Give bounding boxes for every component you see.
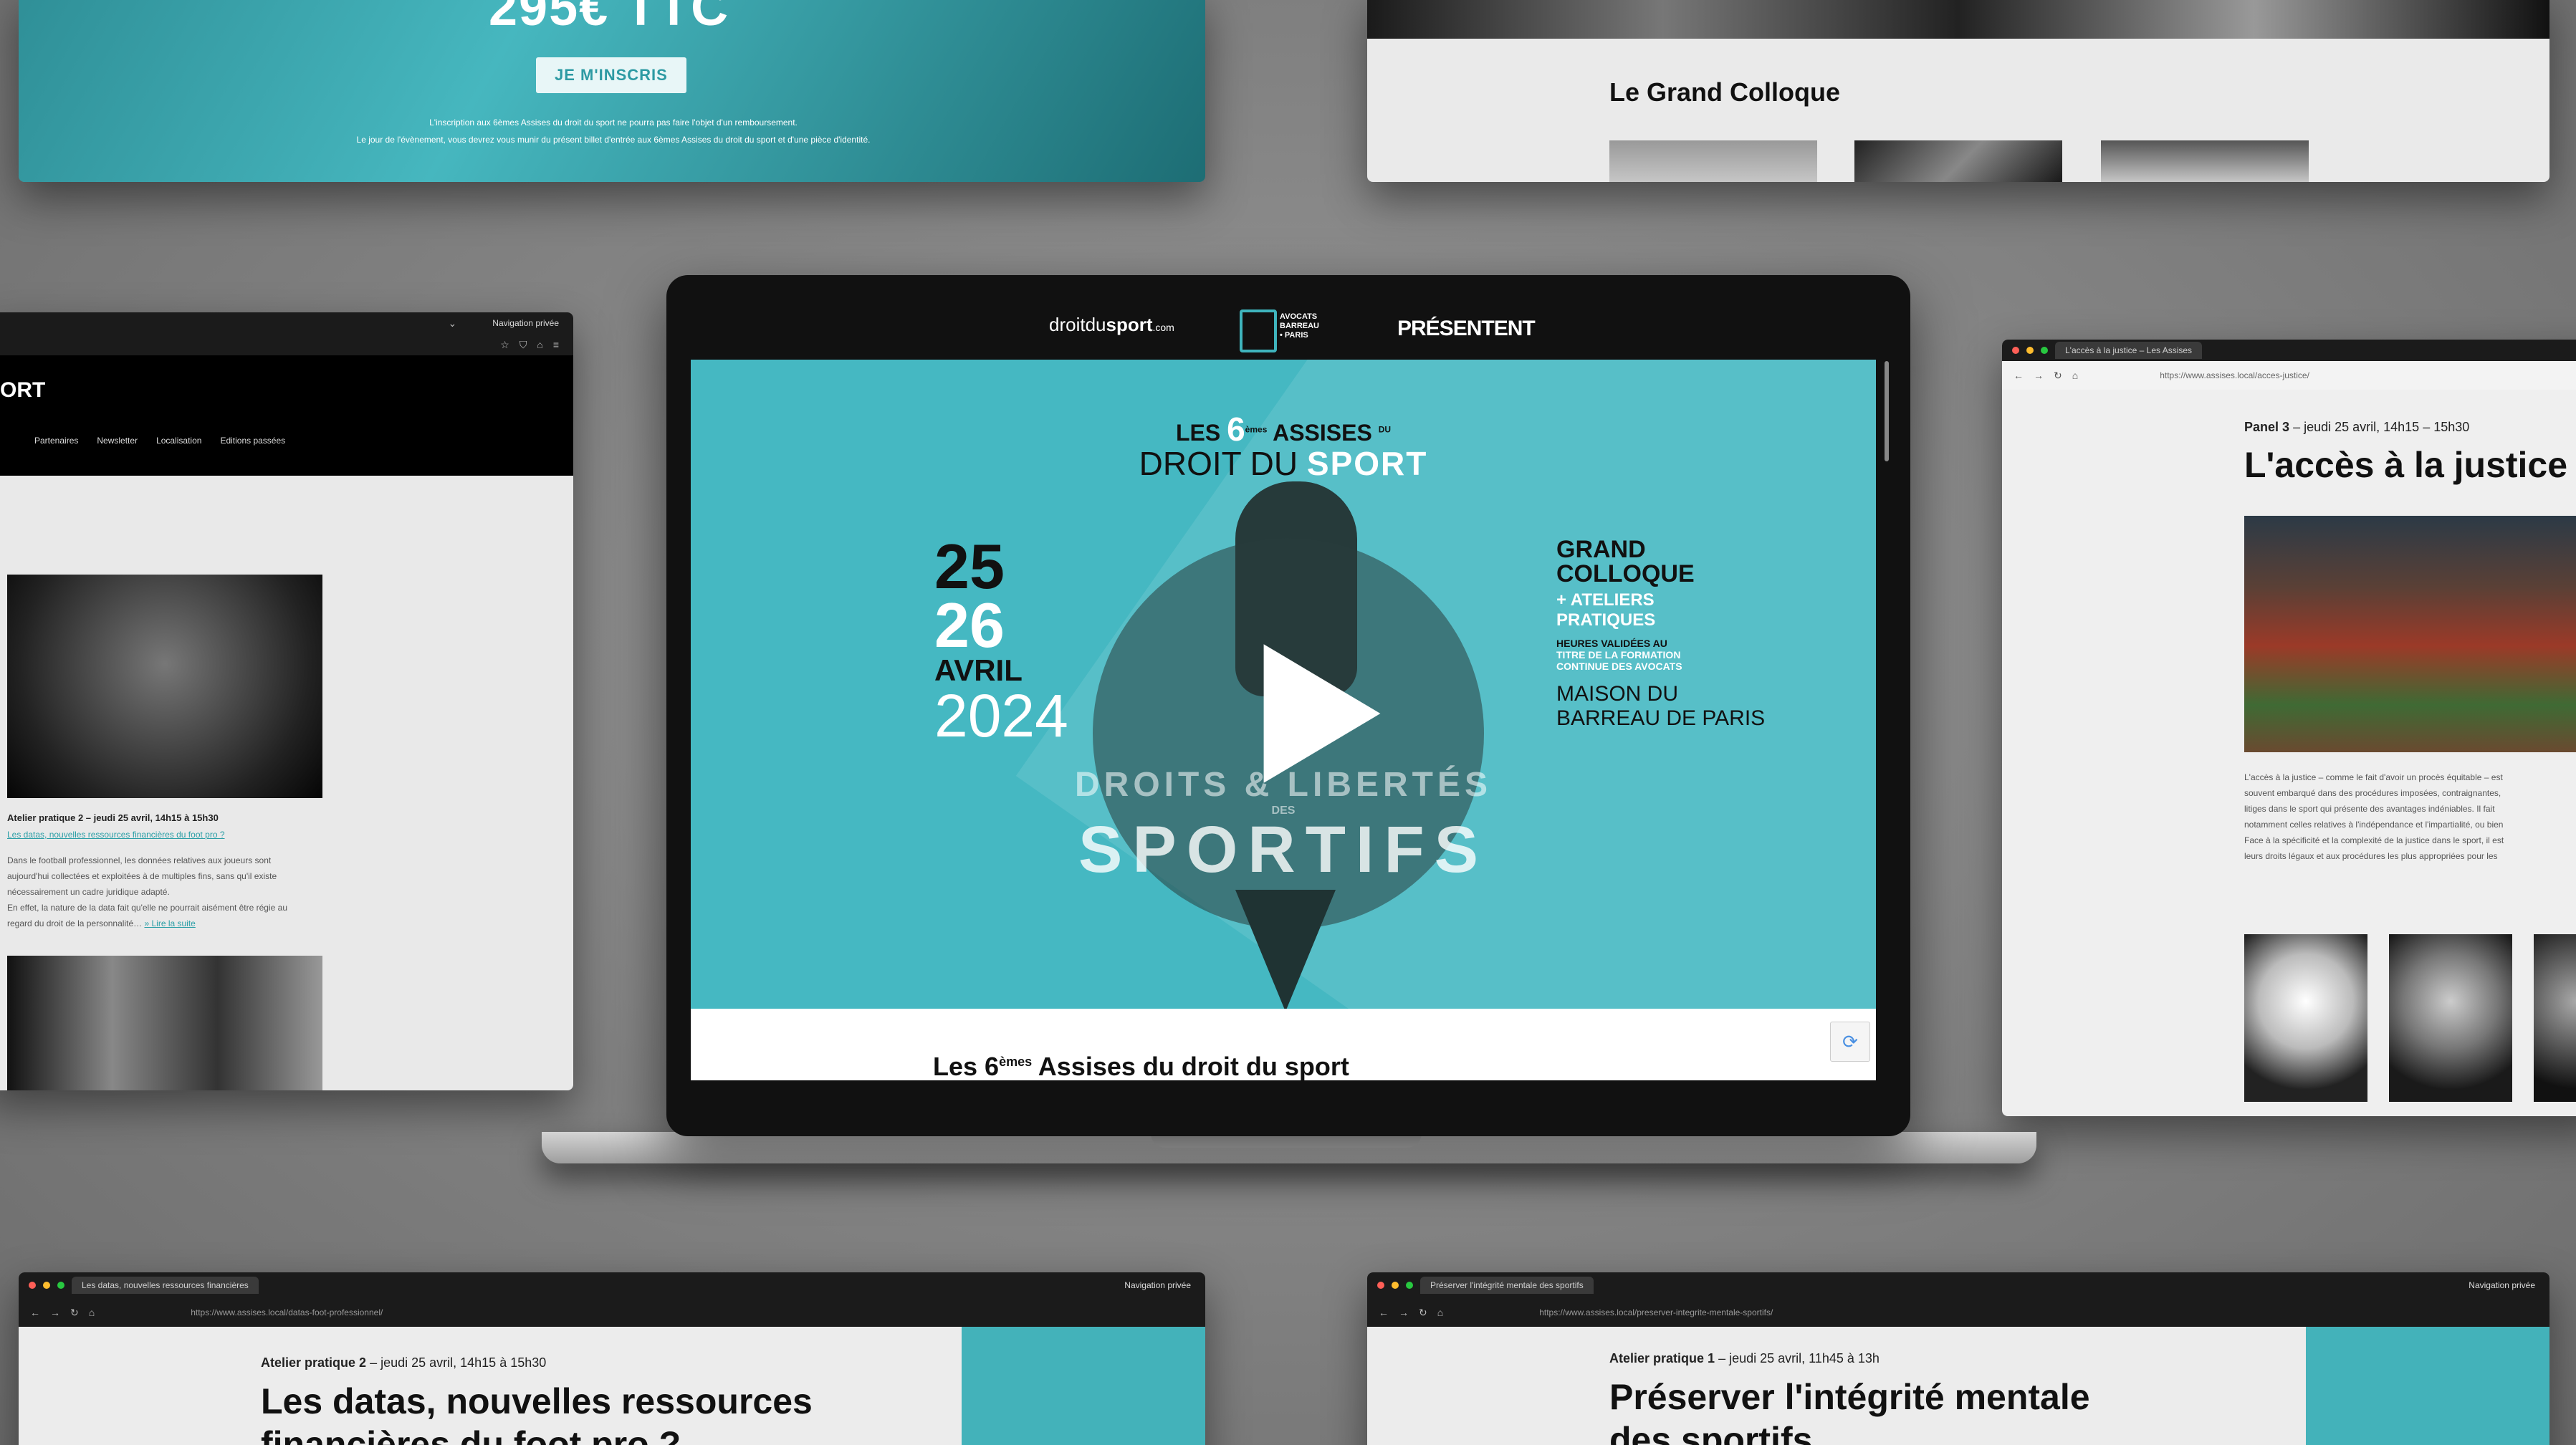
tab-integrite-mentale[interactable]: Préserver l'intégrité mentale des sporti… bbox=[1420, 1277, 1594, 1294]
play-icon[interactable] bbox=[1235, 635, 1393, 792]
event-wordmark: LES 6èmes ASSISES DU DROIT DU SPORT bbox=[1139, 411, 1428, 482]
browser-window-left: ⌄ Navigation privée ☆ ⛉ ⌂ ≡ ORT Partenai… bbox=[0, 312, 573, 1090]
speaker-photo[interactable] bbox=[2389, 934, 2512, 1102]
partner-logo-barreau-text: AVOCATS BARREAU • PARIS bbox=[1280, 312, 1319, 340]
price-text: 295€ TTC bbox=[489, 0, 730, 37]
back-arrow-icon[interactable]: ← bbox=[30, 1307, 40, 1318]
private-browsing-label: Navigation privée bbox=[492, 318, 559, 328]
nav-item-newsletter[interactable]: Newsletter bbox=[97, 436, 138, 446]
article-image[interactable] bbox=[7, 956, 322, 1090]
speaker-photo[interactable] bbox=[2244, 934, 2367, 1102]
maximize-window-dot[interactable] bbox=[57, 1282, 64, 1289]
photo-thumb[interactable] bbox=[1854, 140, 2062, 182]
home-icon[interactable]: ⌂ bbox=[89, 1307, 95, 1318]
private-browsing-label: Navigation privée bbox=[2469, 1280, 2535, 1290]
forward-arrow-icon[interactable]: → bbox=[2034, 370, 2044, 381]
tab-acces-justice[interactable]: L'accès à la justice – Les Assises bbox=[2055, 342, 2203, 359]
chevron-down-icon[interactable]: ⌄ bbox=[449, 317, 457, 330]
grand-colloque-card: Le Grand Colloque bbox=[1367, 0, 2549, 182]
photo-thumb[interactable] bbox=[2101, 140, 2309, 182]
article-image[interactable] bbox=[7, 575, 322, 798]
panel-body: L'accès à la justice – comme le fait d'a… bbox=[2244, 772, 2504, 861]
laptop-screen: LES 6èmes ASSISES DU DROIT DU SPORT 25 2… bbox=[691, 360, 1876, 1080]
showcase-stage: 295€ TTC JE M'INSCRIS L'inscription aux … bbox=[0, 0, 2576, 1445]
atelier-kicker: Atelier pratique 1 – jeudi 25 avril, 11h… bbox=[1609, 1351, 1880, 1365]
hero-image[interactable] bbox=[2244, 516, 2576, 752]
site-header: ORT Partenaires Newsletter Localisation … bbox=[0, 355, 573, 476]
home-icon[interactable]: ⌂ bbox=[1437, 1307, 1443, 1318]
page-title: L'accès à la justice bbox=[2244, 445, 2568, 485]
hero-subtitle: Les 6èmes Assises du droit du sport bbox=[933, 1052, 1349, 1080]
event-hero: LES 6èmes ASSISES DU DROIT DU SPORT 25 2… bbox=[691, 360, 1876, 1009]
tie-shape bbox=[1235, 890, 1336, 1009]
browser-chrome: Préserver l'intégrité mentale des sporti… bbox=[1367, 1272, 2549, 1327]
close-window-dot[interactable] bbox=[1377, 1282, 1384, 1289]
teal-side-panel bbox=[962, 1327, 1205, 1445]
speaker-photo[interactable] bbox=[2534, 934, 2576, 1102]
address-bar[interactable]: https://www.assises.local/preserver-inte… bbox=[1539, 1307, 1773, 1317]
address-bar[interactable]: https://www.assises.local/acces-justice/ bbox=[2160, 370, 2309, 380]
reload-icon[interactable]: ↻ bbox=[70, 1307, 79, 1319]
close-window-dot[interactable] bbox=[2012, 347, 2019, 354]
browser-chrome: ⌄ Navigation privée ☆ ⛉ ⌂ ≡ bbox=[0, 312, 573, 355]
nav-item-partenaires[interactable]: Partenaires bbox=[34, 436, 78, 446]
back-arrow-icon[interactable]: ← bbox=[1379, 1307, 1389, 1318]
scrollbar[interactable] bbox=[1885, 361, 1889, 461]
forward-arrow-icon[interactable]: → bbox=[1399, 1307, 1409, 1318]
browser-window-bottom-left: Les datas, nouvelles ressources financiè… bbox=[19, 1272, 1205, 1445]
minimize-window-dot[interactable] bbox=[2026, 347, 2034, 354]
site-nav: Partenaires Newsletter Localisation Edit… bbox=[34, 436, 285, 446]
page-title: Préserver l'intégrité mentale des sporti… bbox=[1609, 1377, 2090, 1445]
recaptcha-badge[interactable]: ⟳ bbox=[1830, 1022, 1870, 1062]
atelier-kicker: Atelier pratique 2 – jeudi 25 avril, 14h… bbox=[261, 1355, 547, 1370]
presentent-label: PRÉSENTENT bbox=[1397, 317, 1536, 340]
section-title: Le Grand Colloque bbox=[1609, 77, 1841, 107]
article-excerpt: Dans le football professionnel, les donn… bbox=[7, 855, 287, 928]
address-bar[interactable]: https://www.assises.local/datas-foot-pro… bbox=[191, 1307, 383, 1317]
partner-logo-droitdusport: droitdusport.com bbox=[1049, 314, 1174, 335]
photo-thumb[interactable] bbox=[1609, 140, 1817, 182]
maximize-window-dot[interactable] bbox=[2041, 347, 2048, 354]
private-browsing-label: Navigation privée bbox=[1124, 1280, 1191, 1290]
browser-chrome: Les datas, nouvelles ressources financiè… bbox=[19, 1272, 1205, 1327]
home-icon[interactable]: ⌂ bbox=[537, 339, 542, 350]
minimize-window-dot[interactable] bbox=[1392, 1282, 1399, 1289]
partner-logo-barreau bbox=[1240, 309, 1277, 352]
header-photo-strip bbox=[1367, 0, 2549, 39]
forward-arrow-icon[interactable]: → bbox=[50, 1307, 60, 1318]
article-caption-link[interactable]: Les datas, nouvelles ressources financiè… bbox=[7, 830, 225, 840]
event-dates: 25 26 AVRIL 2024 bbox=[934, 531, 1068, 749]
reload-icon[interactable]: ↻ bbox=[1419, 1307, 1427, 1319]
registration-card: 295€ TTC JE M'INSCRIS L'inscription aux … bbox=[19, 0, 1205, 182]
article-caption-title: Atelier pratique 2 – jeudi 25 avril, 14h… bbox=[7, 812, 219, 823]
page-title: Les datas, nouvelles ressources financiè… bbox=[261, 1381, 813, 1445]
maximize-window-dot[interactable] bbox=[1406, 1282, 1413, 1289]
read-more-link[interactable]: » Lire la suite bbox=[144, 918, 195, 928]
tab-datas[interactable]: Les datas, nouvelles ressources financiè… bbox=[72, 1277, 259, 1294]
browser-chrome: L'accès à la justice – Les Assises ← → ↻… bbox=[2002, 340, 2576, 390]
home-icon[interactable]: ⌂ bbox=[2072, 370, 2078, 381]
close-window-dot[interactable] bbox=[29, 1282, 36, 1289]
site-logo: ORT bbox=[0, 378, 46, 402]
browser-window-right: L'accès à la justice – Les Assises ← → ↻… bbox=[2002, 340, 2576, 1116]
star-icon[interactable]: ☆ bbox=[500, 339, 509, 351]
register-button[interactable]: JE M'INSCRIS bbox=[536, 57, 686, 93]
laptop: droitdusport.com AVOCATS BARREAU • PARIS P… bbox=[666, 275, 1910, 1136]
refund-note: L'inscription aux 6èmes Assises du droit… bbox=[429, 117, 798, 128]
teal-side-panel bbox=[2306, 1327, 2549, 1445]
panel-kicker: Panel 3 – jeudi 25 avril, 14h15 – 15h30 bbox=[2244, 420, 2470, 434]
reload-icon[interactable]: ↻ bbox=[2054, 370, 2062, 382]
id-note: Le jour de l'évènement, vous devrez vous… bbox=[356, 135, 871, 145]
nav-item-localisation[interactable]: Localisation bbox=[156, 436, 201, 446]
minimize-window-dot[interactable] bbox=[43, 1282, 50, 1289]
back-arrow-icon[interactable]: ← bbox=[2014, 370, 2024, 381]
menu-icon[interactable]: ≡ bbox=[553, 339, 559, 350]
nav-item-editions[interactable]: Editions passées bbox=[220, 436, 285, 446]
event-details: GRAND COLLOQUE + ATELIERS PRATIQUES HEUR… bbox=[1556, 536, 1766, 730]
browser-window-bottom-right: Préserver l'intégrité mentale des sporti… bbox=[1367, 1272, 2549, 1445]
shield-icon[interactable]: ⛉ bbox=[519, 339, 527, 351]
